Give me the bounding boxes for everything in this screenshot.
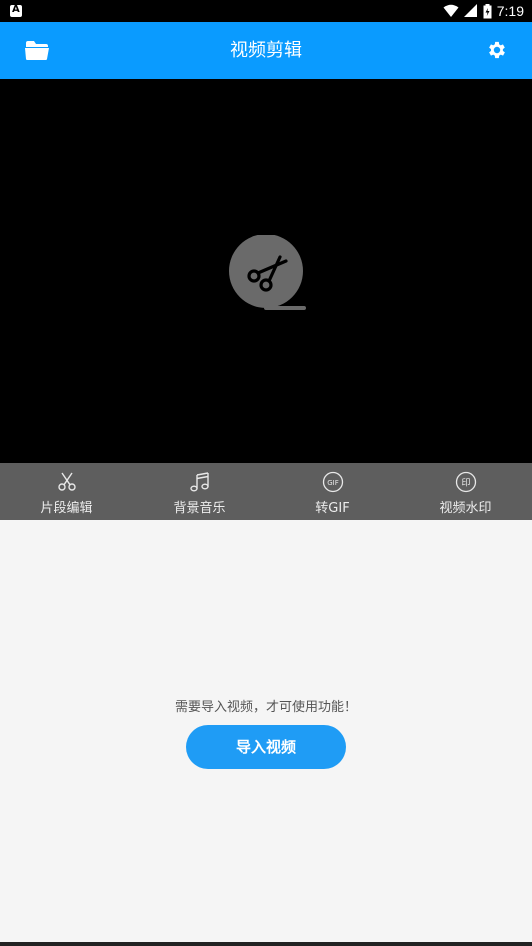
tool-label: 转GIF	[315, 501, 350, 516]
signal-icon	[463, 4, 477, 17]
svg-text:印: 印	[461, 477, 470, 489]
app-bar: 视频剪辑	[0, 22, 532, 79]
gear-icon[interactable]	[486, 39, 508, 61]
status-bar: 7:19	[0, 0, 532, 22]
tool-label: 片段编辑	[40, 501, 93, 516]
battery-icon	[483, 3, 492, 18]
import-hint-text: 需要导入视频，才可使用功能！	[174, 700, 357, 715]
tool-clip-edit[interactable]: 片段编辑	[0, 463, 133, 520]
main-content: 需要导入视频，才可使用功能！ 导入视频	[0, 520, 532, 942]
scissors-icon	[57, 472, 76, 491]
status-time: 7:19	[496, 3, 524, 19]
svg-text:GIF: GIF	[327, 479, 339, 487]
watermark-icon: 印	[455, 471, 476, 493]
tool-to-gif[interactable]: GIF 转GIF	[266, 463, 399, 520]
tool-background-music[interactable]: 背景音乐	[133, 463, 266, 520]
wifi-icon	[443, 4, 459, 17]
tool-video-watermark[interactable]: 印 视频水印	[399, 463, 532, 520]
page-title: 视频剪辑	[230, 40, 302, 61]
tool-bar: 片段编辑 背景音乐 GIF 转GIF 印 视频水印	[0, 463, 532, 520]
status-icons: 7:19	[443, 2, 524, 20]
import-video-button[interactable]: 导入视频	[186, 725, 346, 769]
gif-icon: GIF	[322, 471, 343, 493]
tool-label: 背景音乐	[173, 501, 226, 516]
tool-label: 视频水印	[439, 501, 492, 516]
video-preview	[0, 79, 532, 463]
app-notification-icon	[10, 4, 22, 17]
scissors-film-icon	[229, 235, 306, 310]
bottom-divider	[0, 942, 532, 946]
music-note-icon	[189, 472, 209, 492]
